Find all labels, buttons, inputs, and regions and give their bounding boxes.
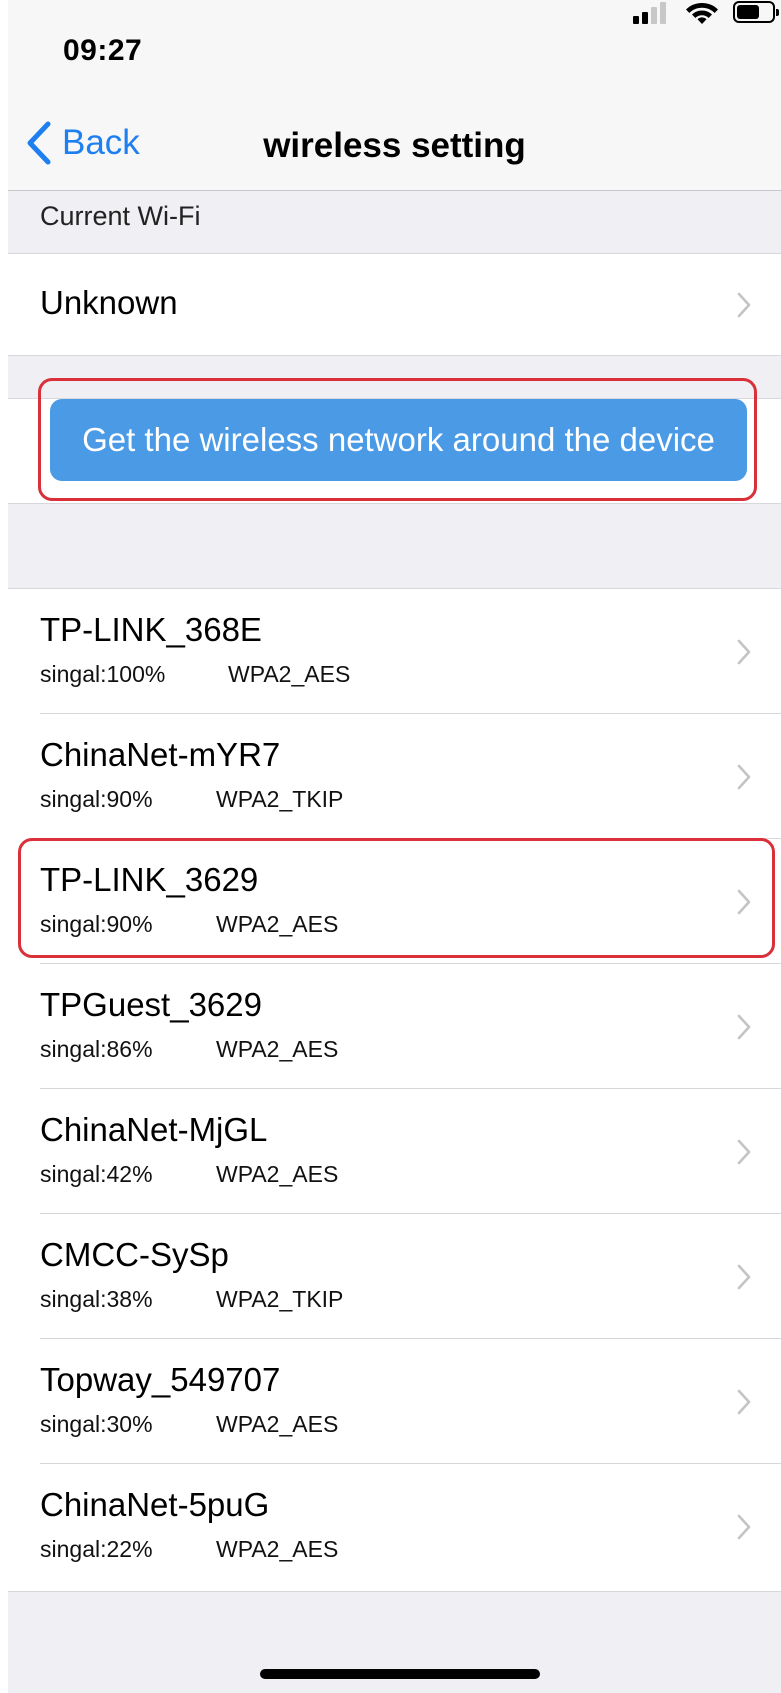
current-wifi-row[interactable]: Unknown: [8, 254, 781, 356]
network-name: CMCC-SySp: [40, 1236, 229, 1273]
network-row[interactable]: Topway_549707 singal:30% WPA2_AES: [8, 1339, 781, 1464]
battery-icon: [733, 1, 779, 23]
chevron-right-icon: [737, 1389, 751, 1415]
network-row[interactable]: TPGuest_3629 singal:86% WPA2_AES: [8, 964, 781, 1089]
network-security: WPA2_AES: [228, 661, 351, 687]
network-name: TPGuest_3629: [40, 986, 262, 1023]
network-row[interactable]: ChinaNet-MjGL singal:42% WPA2_AES: [8, 1089, 781, 1214]
network-signal: singal:90%: [40, 786, 153, 812]
network-name: Topway_549707: [40, 1361, 281, 1398]
chevron-right-icon: [737, 1264, 751, 1290]
network-row[interactable]: TP-LINK_368E singal:100% WPA2_AES: [8, 589, 781, 714]
network-signal: singal:90%: [40, 911, 153, 937]
network-security: WPA2_TKIP: [216, 786, 344, 812]
network-name: ChinaNet-mYR7: [40, 736, 281, 773]
network-row[interactable]: ChinaNet-mYR7 singal:90% WPA2_TKIP: [8, 714, 781, 839]
network-row[interactable]: TP-LINK_3629 singal:90% WPA2_AES: [8, 839, 781, 964]
network-list: TP-LINK_368E singal:100% WPA2_AES ChinaN…: [8, 588, 781, 1592]
get-wireless-network-button[interactable]: Get the wireless network around the devi…: [50, 399, 747, 481]
chevron-right-icon: [737, 1139, 751, 1165]
status-time: 09:27: [63, 34, 143, 67]
network-name: ChinaNet-MjGL: [40, 1111, 268, 1148]
current-wifi-header: Current Wi-Fi: [8, 191, 781, 254]
network-signal: singal:42%: [40, 1161, 153, 1187]
chevron-right-icon: [737, 1514, 751, 1540]
network-row[interactable]: ChinaNet-5puG singal:22% WPA2_AES: [8, 1464, 781, 1589]
network-signal: singal:30%: [40, 1411, 153, 1437]
chevron-right-icon: [737, 1014, 751, 1040]
network-security: WPA2_TKIP: [216, 1286, 344, 1312]
phone-screen: 09:27 Back wireless setting Current Wi-F: [8, 0, 781, 1693]
section-header-label: Current Wi-Fi: [40, 201, 201, 231]
chevron-right-icon: [737, 639, 751, 665]
network-name: TP-LINK_368E: [40, 611, 262, 648]
network-security: WPA2_AES: [216, 1036, 339, 1062]
network-signal: singal:100%: [40, 661, 166, 687]
network-security: WPA2_AES: [216, 1411, 339, 1437]
current-wifi-value: Unknown: [40, 284, 178, 321]
status-bar: 09:27: [8, 0, 781, 100]
chevron-right-icon: [737, 764, 751, 790]
network-security: WPA2_AES: [216, 1536, 339, 1562]
wifi-icon: [686, 3, 718, 24]
network-signal: singal:86%: [40, 1036, 153, 1062]
network-signal: singal:38%: [40, 1286, 153, 1312]
network-security: WPA2_AES: [216, 911, 339, 937]
network-name: TP-LINK_3629: [40, 861, 259, 898]
network-name: ChinaNet-5puG: [40, 1486, 270, 1523]
network-security: WPA2_AES: [216, 1161, 339, 1187]
network-row[interactable]: CMCC-SySp singal:38% WPA2_TKIP: [8, 1214, 781, 1339]
chevron-right-icon: [737, 889, 751, 915]
page-title: wireless setting: [263, 126, 526, 165]
navigation-bar: Back wireless setting: [8, 100, 781, 191]
chevron-right-icon: [737, 292, 751, 318]
home-indicator[interactable]: [260, 1669, 540, 1679]
network-signal: singal:22%: [40, 1536, 153, 1562]
signal-icon: [633, 2, 671, 24]
